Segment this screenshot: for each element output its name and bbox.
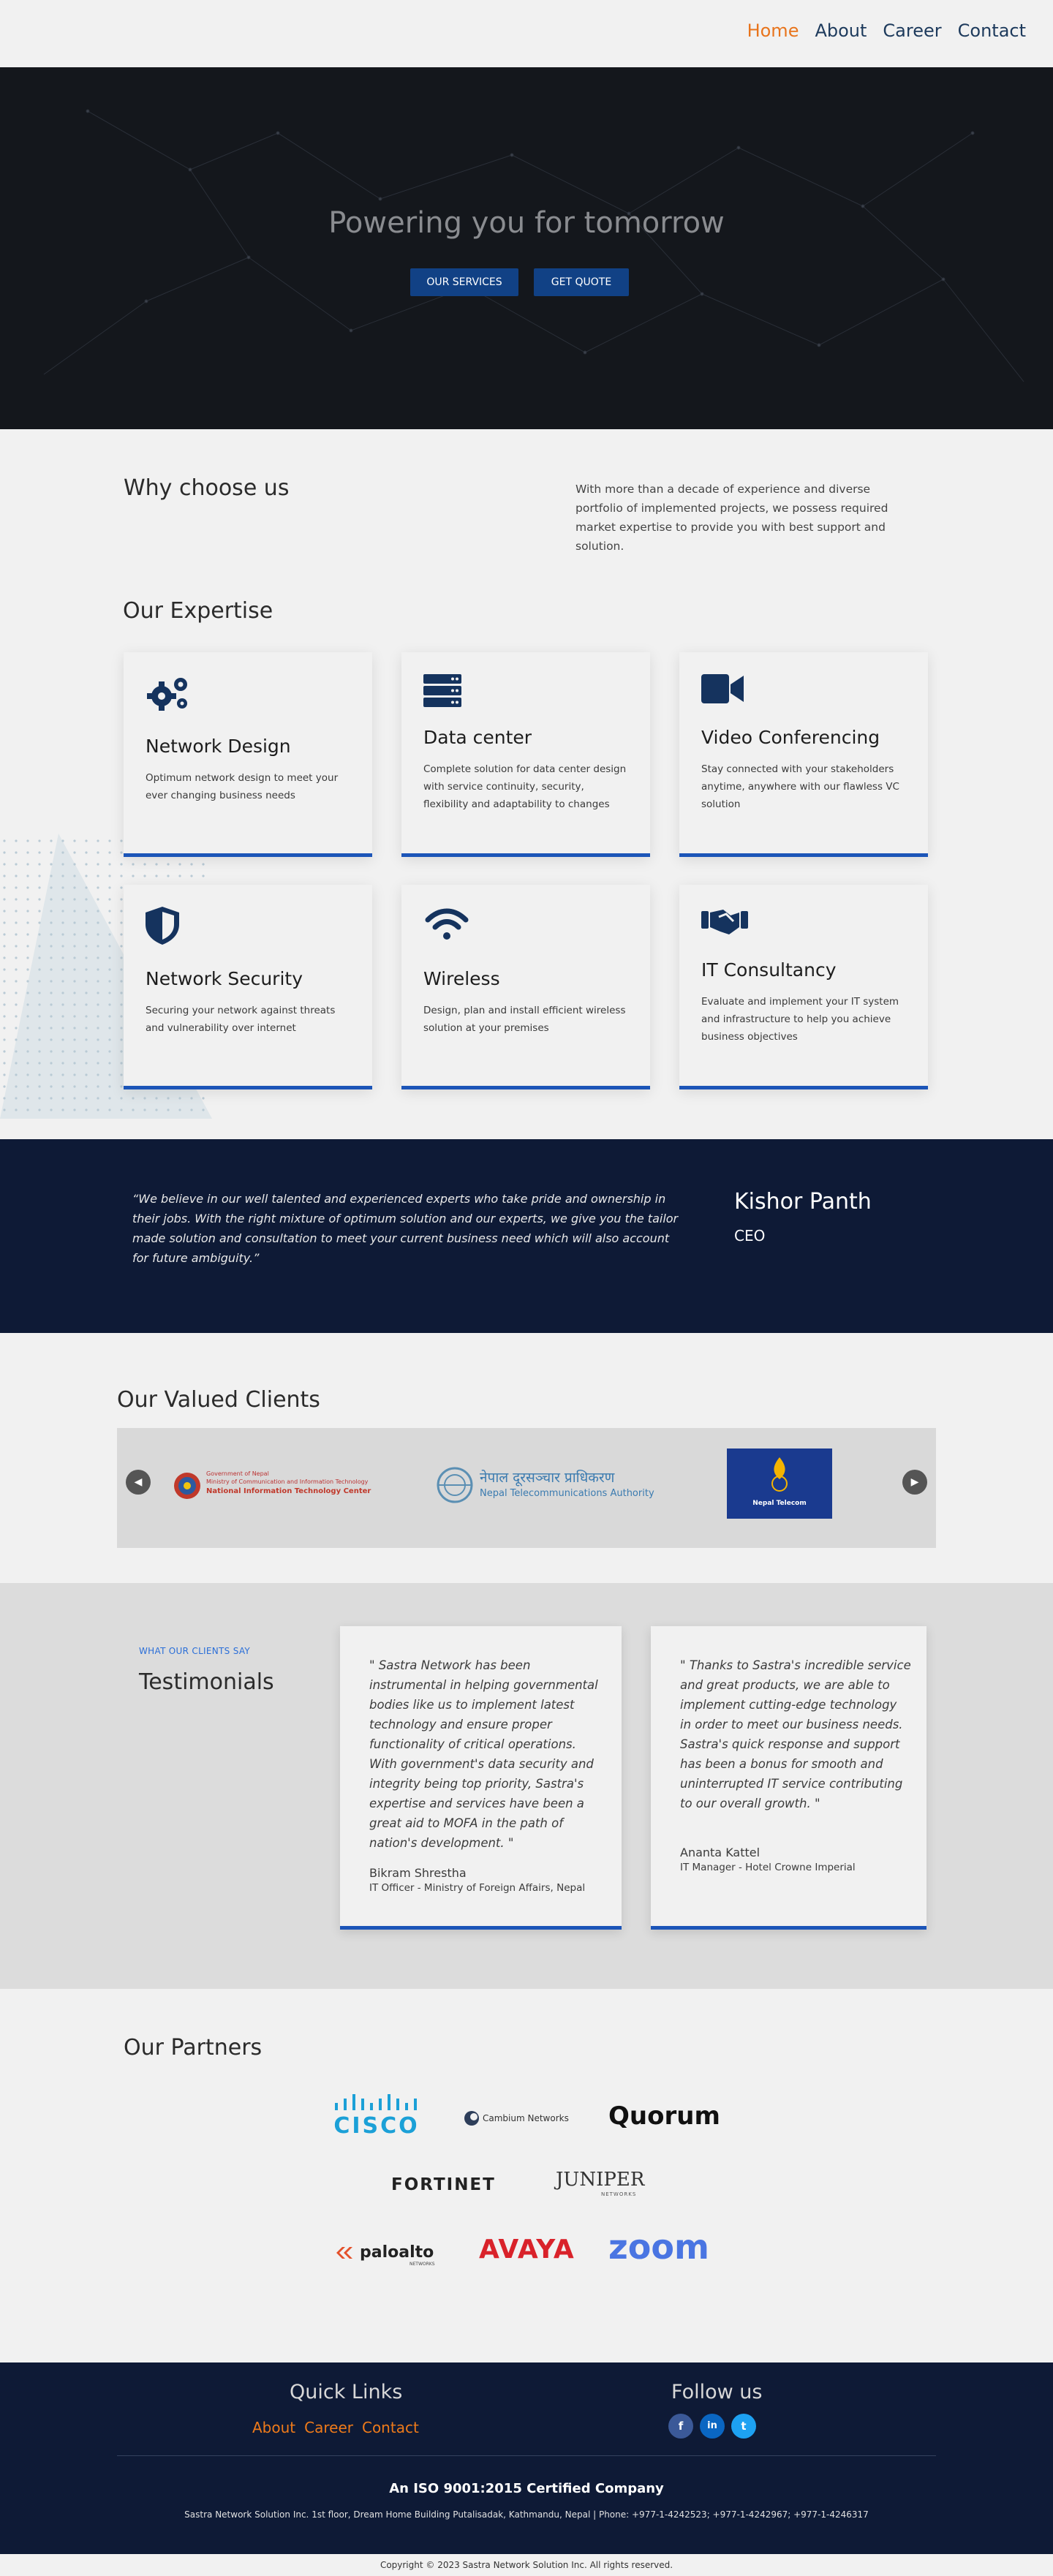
copyright: Copyright © 2023 Sastra Network Solution…	[0, 2554, 1053, 2576]
get-quote-button[interactable]: GET QUOTE	[534, 268, 629, 296]
linkedin-icon[interactable]: in	[700, 2414, 725, 2439]
card-text: Securing your network against threats an…	[146, 1005, 336, 1034]
video-camera-icon	[701, 674, 744, 706]
carousel-prev-button[interactable]: ◀	[126, 1470, 151, 1495]
juniper-logo: JUNIPER NETWORKS	[556, 2169, 645, 2197]
testimonial-author: Bikram Shrestha	[369, 1866, 467, 1880]
card-title: IT Consultancy	[701, 959, 837, 981]
testimonial-role: IT Manager - Hotel Crowne Imperial	[680, 1862, 856, 1873]
ceo-quote-section: “We believe in our well talented and exp…	[0, 1139, 1053, 1333]
testimonials-section: WHAT OUR CLIENTS SAY Testimonials " Sast…	[0, 1583, 1053, 1989]
testimonial-quote: " Thanks to Sastra's incredible service a…	[680, 1658, 911, 1810]
paloalto-chevrons-icon	[336, 2247, 352, 2259]
hero-banner: Powering you for tomorrow OUR SERVICES G…	[0, 67, 1053, 429]
nepal-emblem-icon	[174, 1473, 200, 1499]
card-title: Video Conferencing	[701, 727, 880, 748]
cisco-bars-icon	[335, 2094, 417, 2110]
our-services-button[interactable]: OUR SERVICES	[410, 268, 518, 296]
card-text: Design, plan and install efficient wirel…	[423, 1005, 626, 1034]
card-title: Network Security	[146, 968, 303, 989]
card-text: Evaluate and implement your IT system an…	[701, 996, 899, 1043]
card-title: Wireless	[423, 968, 500, 989]
nta-globe-icon	[437, 1467, 473, 1503]
shield-icon	[146, 907, 179, 948]
nitc-logo: Government of Nepal Ministry of Communic…	[173, 1469, 385, 1503]
footer-about-link[interactable]: About	[252, 2419, 295, 2436]
nta-logo: नेपाल दूरसञ्चार प्राधिकरण Nepal Telecomm…	[436, 1463, 654, 1507]
twitter-icon[interactable]: t	[731, 2414, 756, 2439]
testimonials-title: Testimonials	[139, 1669, 274, 1695]
follow-us-title: Follow us	[671, 2381, 763, 2403]
hero-title: Powering you for tomorrow	[328, 206, 725, 240]
nav-home-link[interactable]: Home	[747, 20, 799, 41]
footer-career-link[interactable]: Career	[304, 2419, 353, 2436]
zoom-logo: zoom	[608, 2227, 709, 2267]
footer-divider	[117, 2455, 936, 2456]
top-nav: Home About Career Contact	[0, 0, 1053, 67]
footer-address: Sastra Network Solution Inc. 1st floor, …	[184, 2509, 869, 2520]
card-text: Stay connected with your stakeholders an…	[701, 763, 899, 810]
testimonial-author: Ananta Kattel	[680, 1846, 760, 1859]
expertise-card-it-consultancy[interactable]: IT Consultancy Evaluate and implement yo…	[679, 885, 928, 1089]
expertise-card-video-conferencing[interactable]: Video Conferencing Stay connected with y…	[679, 652, 928, 857]
nav-about-link[interactable]: About	[815, 20, 867, 41]
why-choose-title: Why choose us	[124, 475, 290, 501]
testimonial-role: IT Officer - Ministry of Foreign Affairs…	[369, 1882, 586, 1894]
testimonial-card: " Thanks to Sastra's incredible service a…	[651, 1626, 926, 1930]
card-text: Complete solution for data center design…	[423, 763, 627, 810]
gears-icon	[146, 674, 192, 715]
footer-contact-link[interactable]: Contact	[362, 2419, 419, 2436]
wifi-icon	[423, 907, 470, 945]
nav-contact-link[interactable]: Contact	[958, 20, 1026, 41]
nav-career-link[interactable]: Career	[883, 20, 941, 41]
ceo-quote-text: “We believe in our well talented and exp…	[132, 1192, 679, 1265]
ceo-role: CEO	[734, 1227, 766, 1244]
clients-title: Our Valued Clients	[117, 1387, 320, 1413]
why-choose-text: With more than a decade of experience an…	[575, 483, 888, 553]
card-text: Optimum network design to meet your ever…	[146, 772, 339, 801]
quick-links-title: Quick Links	[290, 2381, 403, 2403]
expertise-card-network-security[interactable]: Network Security Securing your network a…	[124, 885, 372, 1089]
card-title: Network Design	[146, 736, 291, 757]
avaya-logo: AVAYA	[479, 2235, 575, 2265]
clients-carousel: ◀ Government of Nepal Ministry of Commun…	[117, 1428, 936, 1548]
testimonials-tag: WHAT OUR CLIENTS SAY	[139, 1646, 251, 1656]
nepal-telecom-logo: Nepal Telecom	[727, 1448, 832, 1519]
fortinet-logo: FORTINET	[391, 2175, 496, 2194]
ceo-name: Kishor Panth	[734, 1189, 872, 1215]
iso-certification: An ISO 9001:2015 Certified Company	[389, 2481, 664, 2496]
paloalto-logo: paloalto NETWORKS	[336, 2240, 446, 2270]
expertise-card-data-center[interactable]: Data center Complete solution for data c…	[401, 652, 650, 857]
network-background	[43, 109, 1024, 382]
expertise-card-wireless[interactable]: Wireless Design, plan and install effici…	[401, 885, 650, 1089]
expertise-title: Our Expertise	[123, 598, 273, 624]
footer: Quick Links About Career Contact Follow …	[0, 2362, 1053, 2554]
quick-links: About Career Contact	[252, 2419, 419, 2436]
server-icon	[423, 674, 461, 711]
quorum-logo: Quorum	[608, 2101, 720, 2131]
cambium-swirl-icon	[464, 2111, 479, 2126]
cisco-logo: CISCO	[333, 2093, 420, 2139]
handshake-icon	[701, 907, 748, 939]
cambium-logo: Cambium Networks	[464, 2109, 573, 2131]
testimonial-card: " Sastra Network has been instrumental in…	[340, 1626, 622, 1930]
facebook-icon[interactable]: f	[668, 2414, 693, 2439]
card-title: Data center	[423, 727, 532, 748]
carousel-next-button[interactable]: ▶	[902, 1470, 927, 1495]
nepal-telecom-emblem-icon	[771, 1457, 788, 1492]
expertise-card-network-design[interactable]: Network Design Optimum network design to…	[124, 652, 372, 857]
testimonial-quote: " Sastra Network has been instrumental in…	[369, 1658, 598, 1850]
nav-links: Home About Career Contact	[747, 20, 1026, 41]
partners-title: Our Partners	[124, 2035, 263, 2061]
